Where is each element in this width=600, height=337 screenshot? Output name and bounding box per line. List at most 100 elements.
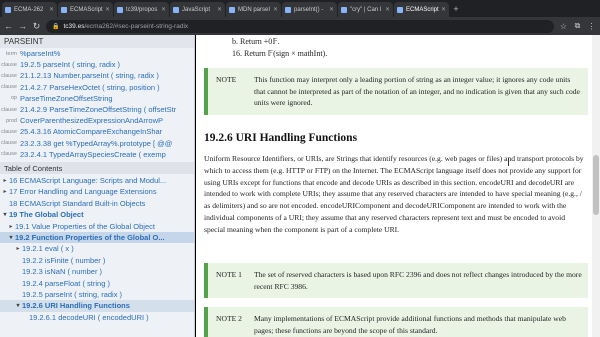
- close-icon[interactable]: ✕: [273, 6, 278, 13]
- browser-tab[interactable]: "cry" | Can I ✕: [338, 2, 393, 17]
- toc-item[interactable]: ▸ 17 Error Handling and Language Extensio…: [0, 186, 194, 197]
- search-result[interactable]: clause 21.4.2.7 ParseHexOctet ( string, p…: [0, 82, 194, 93]
- close-icon[interactable]: ✕: [49, 6, 54, 13]
- result-link[interactable]: 25.4.3.16 AtomicCompareExchangeInShar: [20, 127, 162, 136]
- result-link[interactable]: 23.2.3.38 get %TypedArray%.prototype [ @…: [20, 139, 172, 148]
- tab-label: ECMA-262: [14, 6, 44, 13]
- note-box: NOTE This function may interpret only a …: [204, 68, 588, 115]
- note-text: Many implementations of ECMAScript provi…: [254, 314, 566, 335]
- toc-item[interactable]: 19.2.4 parseFloat ( string ): [0, 277, 194, 288]
- text-cursor-icon: [508, 158, 510, 166]
- close-icon[interactable]: ✕: [105, 6, 110, 13]
- twisty-icon[interactable]: ▸: [1, 188, 9, 195]
- result-link[interactable]: %parseInt%: [20, 49, 60, 58]
- search-result[interactable]: term %parseInt%: [0, 48, 194, 59]
- star-icon[interactable]: ☆: [559, 22, 568, 31]
- favicon-icon: [397, 6, 403, 13]
- result-link[interactable]: 21.4.2.7 ParseHexOctet ( string, positio…: [20, 83, 160, 92]
- search-result[interactable]: op ParseTimeZoneOffsetString: [0, 93, 194, 104]
- lock-icon: 🔒: [52, 23, 60, 30]
- twisty-icon[interactable]: ▸: [14, 245, 22, 252]
- search-result[interactable]: clause 21.1.2.13 Number.parseInt ( string…: [0, 70, 194, 81]
- section-paragraph: Uniform Resource Identifiers, or URIs, a…: [204, 154, 584, 234]
- toc-list: ▸ 16 ECMAScript Language: Scripts and Mod…: [0, 174, 194, 323]
- browser-tab[interactable]: JavaScript ✕: [170, 2, 225, 17]
- search-result[interactable]: clause 25.4.3.16 AtomicCompareExchangeInS…: [0, 126, 194, 137]
- search-result[interactable]: clause 21.4.2.9 ParseTimeZoneOffsetString…: [0, 104, 194, 115]
- browser-tab[interactable]: tc39/propos ✕: [114, 2, 169, 17]
- search-result[interactable]: clause 23.2.4.1 TypedArraySpeciesCreate (…: [0, 149, 194, 160]
- tab-label: parseInt() -: [294, 6, 324, 13]
- toc-item[interactable]: ▾ 19.2.6 URI Handling Functions: [0, 300, 194, 312]
- result-link[interactable]: 19.2.5 parseInt ( string, radix ): [20, 60, 120, 69]
- toc-label: 19.2.3 isNaN ( number ): [22, 267, 103, 277]
- toc-item[interactable]: ▸ 19.2.1 eval ( x ): [0, 243, 194, 254]
- new-tab-icon[interactable]: +: [450, 2, 462, 17]
- toc-title: Table of Contents: [0, 161, 194, 174]
- toc-item[interactable]: 19.2.6.1 decodeURI ( encodedURI ): [0, 312, 194, 323]
- result-type: clause: [1, 128, 17, 135]
- result-type: clause: [1, 72, 17, 79]
- result-type: clause: [1, 140, 17, 147]
- note-text: This function may interpret only a leadi…: [254, 75, 580, 107]
- favicon-icon: [61, 6, 67, 13]
- toc-item[interactable]: ▸ 16 ECMAScript Language: Scripts and Mod…: [0, 175, 194, 186]
- close-icon[interactable]: ✕: [329, 6, 334, 13]
- toc-item[interactable]: 18 ECMAScript Standard Built-in Objects: [0, 198, 194, 209]
- toc-item[interactable]: ▸ 19.1 Value Properties of the Global Obj…: [0, 220, 194, 231]
- twisty-icon[interactable]: ▾: [1, 211, 9, 218]
- extensions-icon[interactable]: ⧉: [573, 21, 582, 31]
- spec-sidebar: PARSEINT term %parseInt% clause 19.2.5 pars…: [0, 35, 195, 337]
- note-box: NOTE 1 The set of reserved characters is…: [204, 263, 588, 298]
- twisty-icon[interactable]: ▾: [7, 234, 15, 241]
- favicon-icon: [341, 6, 347, 13]
- scrollbar-thumb[interactable]: [593, 155, 599, 215]
- tab-bar: ECMA-262 ✕ ECMAScript ✕ tc39/propos ✕ JavaS…: [0, 0, 600, 17]
- result-link[interactable]: CoverParenthesizedExpressionAndArrowP: [20, 116, 163, 125]
- toc-item[interactable]: ▾ 19.2 Function Properties of the Global …: [0, 231, 194, 244]
- toc-item[interactable]: 19.2.3 isNaN ( number ): [0, 266, 194, 277]
- close-icon[interactable]: ✕: [161, 6, 166, 13]
- browser-tab[interactable]: MDN parseI ✕: [226, 2, 281, 17]
- note-box: NOTE 2 Many implementations of ECMAScrip…: [204, 307, 588, 337]
- note-text: The set of reserved characters is based …: [254, 270, 582, 291]
- back-icon[interactable]: ←: [4, 21, 13, 31]
- scrollbar[interactable]: [592, 35, 600, 337]
- twisty-icon[interactable]: ▾: [14, 302, 22, 309]
- result-link[interactable]: 23.2.4.1 TypedArraySpeciesCreate ( exemp: [20, 150, 166, 159]
- note-label: NOTE 2: [216, 314, 242, 323]
- result-type: prod: [5, 117, 17, 124]
- search-result[interactable]: clause 19.2.5 parseInt ( string, radix ): [0, 59, 194, 70]
- browser-tab[interactable]: parseInt() - ✕: [282, 2, 337, 17]
- result-link[interactable]: 21.4.2.9 ParseTimeZoneOffsetString ( off…: [20, 105, 176, 114]
- menu-icon[interactable]: ⋮: [587, 22, 596, 31]
- toc-label: 19.2.1 eval ( x ): [22, 244, 74, 254]
- favicon-icon: [117, 6, 123, 13]
- twisty-icon[interactable]: ▸: [1, 177, 9, 184]
- note-label: NOTE 1: [216, 270, 242, 279]
- close-icon[interactable]: ✕: [385, 6, 390, 13]
- result-link[interactable]: 21.1.2.13 Number.parseInt ( string, radi…: [20, 71, 159, 80]
- tab-label: JavaScript: [182, 6, 211, 13]
- section-heading: 19.2.6 URI Handling Functions: [204, 132, 358, 144]
- toc-label: 19.2 Function Properties of the Global O…: [15, 233, 165, 243]
- browser-tab[interactable]: ECMAScript ✕: [58, 2, 113, 17]
- toc-label: 19.2.5 parseInt ( string, radix ): [22, 289, 123, 299]
- forward-icon[interactable]: →: [18, 21, 27, 31]
- search-query[interactable]: PARSEINT: [0, 35, 194, 48]
- result-link[interactable]: ParseTimeZoneOffsetString: [20, 94, 113, 103]
- toc-label: 19.2.6 URI Handling Functions: [22, 301, 130, 311]
- toc-item[interactable]: 19.2.2 isFinite ( number ): [0, 255, 194, 266]
- close-icon[interactable]: ✕: [441, 6, 446, 13]
- url-input[interactable]: 🔒 tc39.es /ecma262/#sec-parseint-string-…: [46, 19, 554, 33]
- browser-tab-active[interactable]: ECMAScript ✕: [394, 2, 449, 17]
- search-result[interactable]: prod CoverParenthesizedExpressionAndArrow…: [0, 115, 194, 126]
- toc-item[interactable]: 19.2.5 parseInt ( string, radix ): [0, 289, 194, 300]
- spec-content: b. Return +0𝔽. 16. Return 𝔽(sign × mathI…: [196, 35, 592, 337]
- browser-tab[interactable]: ECMA-262 ✕: [2, 2, 57, 17]
- search-result[interactable]: clause 23.2.3.38 get %TypedArray%.prototy…: [0, 138, 194, 149]
- twisty-icon[interactable]: ▸: [7, 223, 15, 230]
- reload-icon[interactable]: ↻: [32, 21, 41, 32]
- close-icon[interactable]: ✕: [217, 6, 222, 13]
- toc-item[interactable]: ▾ 19 The Global Object: [0, 209, 194, 220]
